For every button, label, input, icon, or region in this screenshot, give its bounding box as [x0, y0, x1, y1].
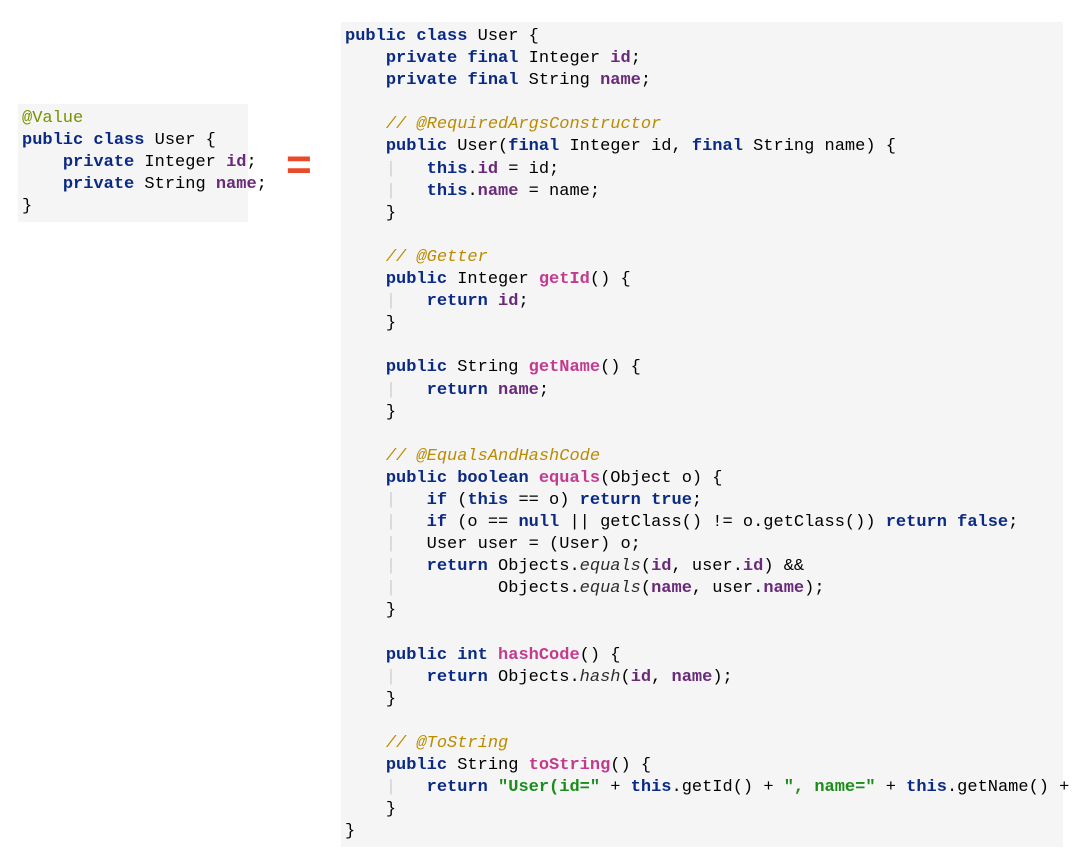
- comment-equals-hashcode: // @EqualsAndHashCode: [386, 447, 600, 466]
- equals-icon: =: [286, 136, 312, 193]
- annotation-value: @Value: [22, 109, 83, 128]
- expanded-code-block: public class User { private final Intege…: [341, 22, 1063, 847]
- comment-getter: // @Getter: [386, 248, 488, 267]
- code-right: public class User { private final Intege…: [345, 26, 1059, 843]
- lombok-code-block: @Value public class User { private Integ…: [18, 104, 248, 222]
- comment-tostring: // @ToString: [386, 734, 508, 753]
- code-left: @Value public class User { private Integ…: [22, 108, 244, 218]
- comment-required-args: // @RequiredArgsConstructor: [386, 115, 661, 134]
